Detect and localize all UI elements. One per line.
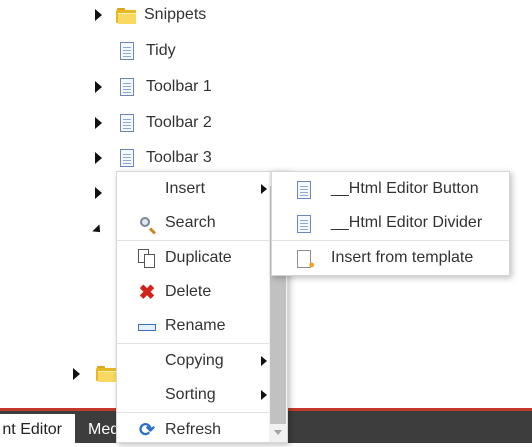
document-icon — [120, 42, 134, 60]
rename-icon — [137, 317, 157, 337]
menu-item-label: Delete — [165, 283, 212, 300]
submenu-arrow-icon — [261, 184, 267, 194]
duplicate-icon — [137, 249, 157, 269]
menu-item-sorting[interactable]: Sorting — [117, 378, 269, 412]
tab-media[interactable]: Med — [78, 414, 119, 446]
expand-arrow-icon[interactable] — [95, 117, 102, 129]
document-icon — [120, 78, 134, 96]
tab-label: Med — [88, 421, 120, 438]
collapse-arrow-icon[interactable] — [92, 224, 104, 236]
expand-arrow-icon[interactable] — [95, 81, 102, 93]
submenu-item-html-editor-button[interactable]: __Html Editor Button — [272, 172, 509, 206]
menu-item-label: Insert — [165, 180, 206, 197]
expand-arrow-icon[interactable] — [95, 187, 102, 199]
expand-arrow-icon[interactable] — [95, 9, 102, 21]
tree-item-label: Toolbar 2 — [146, 114, 212, 131]
expand-arrow-icon[interactable] — [73, 368, 80, 380]
tree-item-snippets[interactable]: Snippets — [95, 3, 206, 27]
menu-item-delete[interactable]: ✖ Delete — [117, 275, 269, 309]
submenu-arrow-icon — [261, 390, 267, 400]
tree-item-toolbar-1[interactable]: Toolbar 1 — [95, 75, 212, 99]
expand-arrow-icon[interactable] — [95, 152, 102, 164]
tree-item-toolbar-3[interactable]: Toolbar 3 — [95, 146, 212, 170]
document-icon — [294, 180, 314, 200]
menu-item-label: Copying — [165, 352, 224, 369]
menu-item-refresh[interactable]: ⟳ Refresh — [117, 413, 269, 447]
insert-submenu: __Html Editor Button __Html Editor Divid… — [271, 171, 510, 276]
menu-item-copying[interactable]: Copying — [117, 344, 269, 378]
tree-item-label: Snippets — [144, 6, 207, 23]
menu-item-label: Duplicate — [165, 249, 232, 266]
tree-item-toolbar-2[interactable]: Toolbar 2 — [95, 111, 212, 135]
menu-item-rename[interactable]: Rename — [117, 309, 269, 343]
folder-icon — [96, 366, 116, 382]
tree-item-label: Toolbar 1 — [146, 78, 212, 95]
menu-item-label: Sorting — [165, 386, 216, 403]
submenu-item-label: Insert from template — [331, 249, 474, 266]
submenu-item-html-editor-divider[interactable]: __Html Editor Divider — [272, 206, 509, 240]
menu-item-search[interactable]: Search — [117, 206, 269, 240]
menu-item-label: Rename — [165, 317, 226, 334]
tree-item-label: Toolbar 3 — [146, 149, 212, 166]
submenu-item-insert-from-template[interactable]: ● Insert from template — [272, 241, 509, 275]
context-menu: Insert Search Duplicate ✖ Delete Rename … — [116, 171, 288, 443]
menu-item-label: Refresh — [165, 421, 222, 438]
refresh-icon: ⟳ — [139, 420, 155, 441]
folder-icon — [116, 7, 136, 24]
document-icon — [120, 149, 134, 167]
tree-item-tidy[interactable]: Tidy — [120, 39, 176, 63]
menu-item-label: Search — [165, 214, 216, 231]
document-icon — [294, 214, 314, 234]
search-icon — [137, 214, 157, 235]
content-tree: Snippets Tidy Toolbar 1 Toolbar 2 Toolba… — [0, 0, 532, 382]
document-icon — [120, 114, 134, 132]
delete-icon: ✖ — [138, 282, 156, 304]
tab-content-editor[interactable]: nt Editor — [0, 414, 75, 446]
scroll-down-icon[interactable] — [274, 430, 282, 435]
tree-item-label: Tidy — [146, 42, 176, 59]
template-icon: ● — [294, 249, 315, 271]
submenu-arrow-icon — [261, 356, 267, 366]
menu-item-duplicate[interactable]: Duplicate — [117, 241, 269, 275]
submenu-item-label: __Html Editor Divider — [331, 214, 483, 231]
tab-label: nt Editor — [2, 421, 62, 438]
menu-item-insert[interactable]: Insert — [117, 172, 269, 206]
submenu-item-label: __Html Editor Button — [331, 180, 479, 197]
